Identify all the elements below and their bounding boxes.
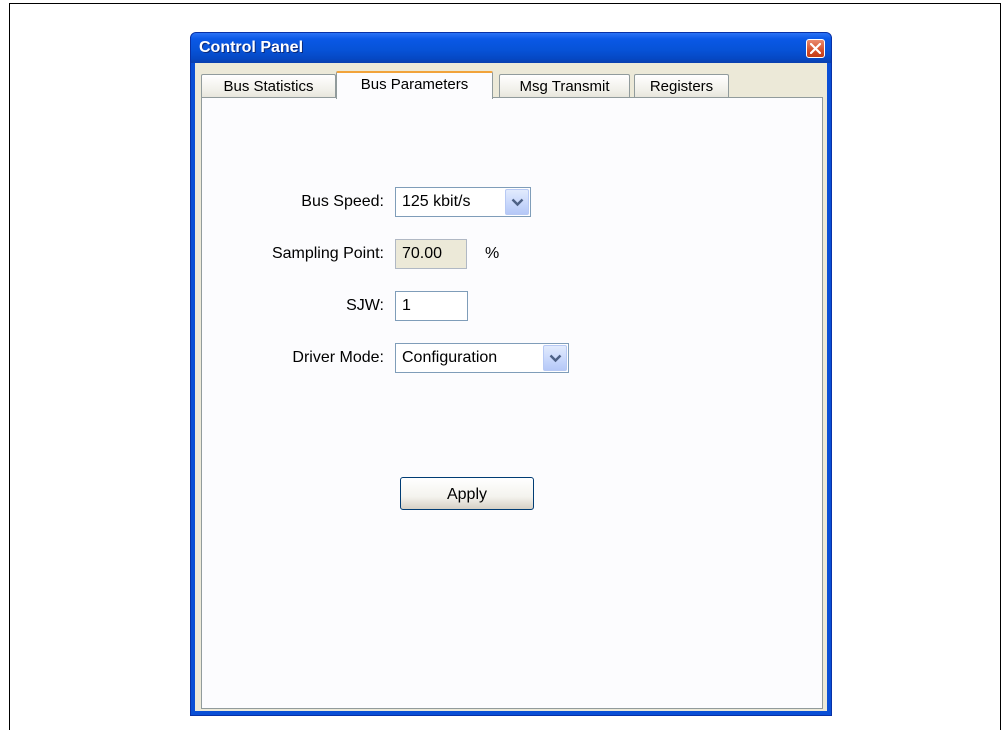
sampling-point-label: Sampling Point:: [271, 245, 384, 262]
tab-label: Msg Transmit: [519, 78, 610, 95]
sjw-value: 1: [402, 297, 411, 314]
bus-speed-dropdown-button[interactable]: [505, 189, 529, 215]
tab-label: Bus Parameters: [360, 76, 469, 93]
title-bar[interactable]: Control Panel: [191, 33, 831, 63]
sampling-point-unit: %: [485, 245, 500, 262]
sampling-point-field: 70.00: [395, 239, 467, 269]
close-button[interactable]: [806, 39, 825, 58]
tab-bus-statistics[interactable]: Bus Statistics: [201, 74, 336, 98]
chevron-down-icon: [511, 198, 524, 207]
tab-registers[interactable]: Registers: [634, 74, 729, 98]
apply-button[interactable]: Apply: [400, 477, 534, 510]
tab-label: Registers: [649, 78, 714, 95]
control-panel-window: Control Panel Bus Statistics Bus Paramet…: [190, 32, 832, 716]
bus-speed-label: Bus Speed:: [301, 193, 384, 210]
tab-label: Bus Statistics: [223, 78, 314, 95]
chevron-down-icon: [549, 354, 562, 363]
sjw-label: SJW:: [346, 297, 384, 314]
driver-mode-select[interactable]: Configuration: [395, 343, 569, 373]
close-icon: [810, 43, 821, 54]
bus-speed-select[interactable]: 125 kbit/s: [395, 187, 531, 217]
bus-speed-value: 125 kbit/s: [402, 193, 471, 210]
tab-bus-parameters[interactable]: Bus Parameters: [336, 71, 493, 99]
window-title: Control Panel: [199, 39, 304, 56]
sampling-point-value: 70.00: [402, 245, 443, 262]
bus-parameters-panel: Bus Speed: 125 kbit/s Sampling Point: 70…: [201, 97, 823, 709]
driver-mode-label: Driver Mode:: [292, 349, 384, 366]
driver-mode-dropdown-button[interactable]: [543, 345, 567, 371]
window-client-area: Bus Statistics Bus Parameters Msg Transm…: [195, 63, 827, 711]
sjw-input[interactable]: 1: [395, 291, 468, 321]
tab-msg-transmit[interactable]: Msg Transmit: [499, 74, 630, 98]
driver-mode-value: Configuration: [402, 349, 498, 366]
